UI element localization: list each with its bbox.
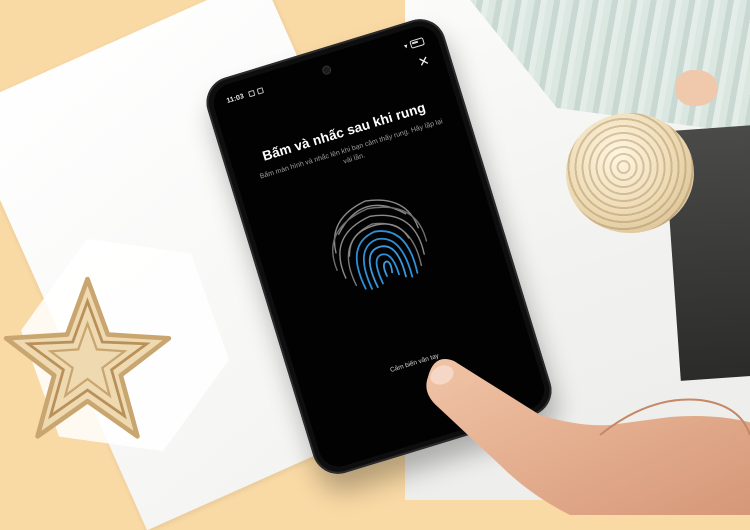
finger-pressing-sensor <box>426 359 750 515</box>
close-icon: ✕ <box>416 52 432 71</box>
close-button[interactable]: ✕ <box>414 52 434 72</box>
backdrop-figure-arm <box>676 70 718 106</box>
status-indicators: ▾ <box>403 37 426 51</box>
rattan-star-decoration <box>3 276 172 439</box>
wifi-icon: ▾ <box>403 43 409 51</box>
notification-icons <box>247 87 264 98</box>
battery-icon <box>409 37 426 49</box>
status-time: 11:03 <box>225 92 245 105</box>
notification-icon <box>256 87 264 95</box>
notification-icon <box>247 89 256 98</box>
rattan-ball-decoration <box>566 113 694 233</box>
fingerprint-icon <box>332 199 428 290</box>
